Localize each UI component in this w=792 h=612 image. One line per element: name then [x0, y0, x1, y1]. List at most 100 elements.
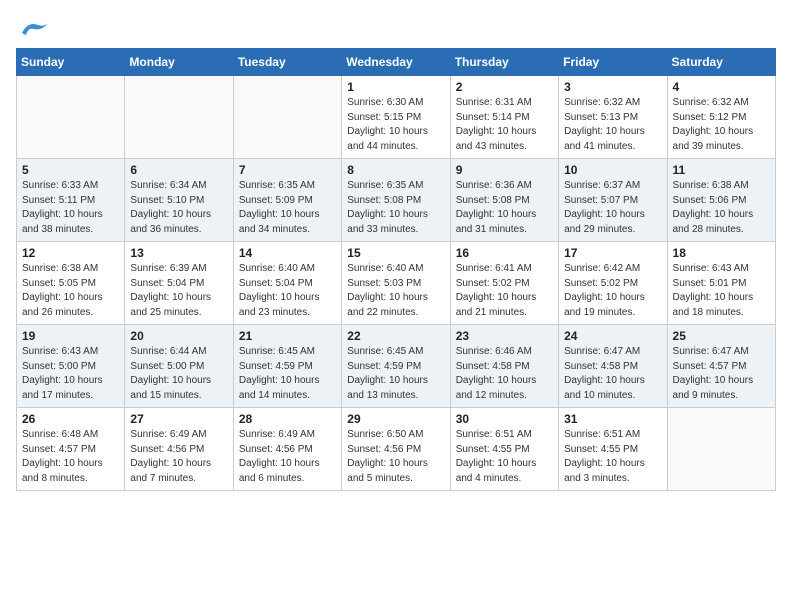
calendar-week-row: 19 Sunrise: 6:43 AMSunset: 5:00 PMDayligh… — [17, 325, 776, 408]
calendar-header-monday: Monday — [125, 49, 233, 76]
calendar-cell — [667, 408, 775, 491]
day-number: 29 — [347, 412, 444, 426]
day-number: 7 — [239, 163, 336, 177]
day-number: 18 — [673, 246, 770, 260]
day-info: Sunrise: 6:39 AMSunset: 5:04 PMDaylight:… — [130, 262, 227, 320]
day-info: Sunrise: 6:35 AMSunset: 5:08 PMDaylight:… — [347, 179, 444, 237]
calendar-cell: 14 Sunrise: 6:40 AMSunset: 5:04 PMDayligh… — [233, 242, 341, 325]
day-number: 13 — [130, 246, 227, 260]
calendar-cell: 18 Sunrise: 6:43 AMSunset: 5:01 PMDayligh… — [667, 242, 775, 325]
day-info: Sunrise: 6:47 AMSunset: 4:57 PMDaylight:… — [673, 345, 770, 403]
calendar-cell — [125, 76, 233, 159]
day-number: 25 — [673, 329, 770, 343]
day-number: 4 — [673, 80, 770, 94]
calendar-cell: 25 Sunrise: 6:47 AMSunset: 4:57 PMDayligh… — [667, 325, 775, 408]
day-number: 19 — [22, 329, 119, 343]
day-info: Sunrise: 6:32 AMSunset: 5:12 PMDaylight:… — [673, 96, 770, 154]
calendar-cell: 13 Sunrise: 6:39 AMSunset: 5:04 PMDayligh… — [125, 242, 233, 325]
day-info: Sunrise: 6:41 AMSunset: 5:02 PMDaylight:… — [456, 262, 553, 320]
calendar-cell: 12 Sunrise: 6:38 AMSunset: 5:05 PMDayligh… — [17, 242, 125, 325]
calendar-cell: 26Sunrise: 6:48 AMSunset: 4:57 PMDayligh… — [17, 408, 125, 491]
logo-bird-icon — [18, 19, 50, 39]
calendar-cell: 5 Sunrise: 6:33 AMSunset: 5:11 PMDaylight… — [17, 159, 125, 242]
calendar-cell — [17, 76, 125, 159]
calendar-cell: 8 Sunrise: 6:35 AMSunset: 5:08 PMDaylight… — [342, 159, 450, 242]
day-number: 20 — [130, 329, 227, 343]
day-info: Sunrise: 6:49 AMSunset: 4:56 PMDaylight:… — [130, 428, 227, 486]
day-info: Sunrise: 6:35 AMSunset: 5:09 PMDaylight:… — [239, 179, 336, 237]
day-info: Sunrise: 6:32 AMSunset: 5:13 PMDaylight:… — [564, 96, 661, 154]
day-info: Sunrise: 6:34 AMSunset: 5:10 PMDaylight:… — [130, 179, 227, 237]
day-info: Sunrise: 6:43 AMSunset: 5:01 PMDaylight:… — [673, 262, 770, 320]
calendar-cell: 30 Sunrise: 6:51 AMSunset: 4:55 PMDayligh… — [450, 408, 558, 491]
calendar-table: SundayMondayTuesdayWednesdayThursdayFrid… — [16, 48, 776, 491]
calendar-cell: 1 Sunrise: 6:30 AMSunset: 5:15 PMDaylight… — [342, 76, 450, 159]
calendar-cell: 17Sunrise: 6:42 AMSunset: 5:02 PMDayligh… — [559, 242, 667, 325]
day-info: Sunrise: 6:51 AMSunset: 4:55 PMDaylight:… — [456, 428, 553, 486]
day-number: 1 — [347, 80, 444, 94]
day-number: 8 — [347, 163, 444, 177]
calendar-cell: 9 Sunrise: 6:36 AMSunset: 5:08 PMDaylight… — [450, 159, 558, 242]
day-number: 3 — [564, 80, 661, 94]
calendar-week-row: 12 Sunrise: 6:38 AMSunset: 5:05 PMDayligh… — [17, 242, 776, 325]
day-number: 31 — [564, 412, 661, 426]
day-info: Sunrise: 6:45 AMSunset: 4:59 PMDaylight:… — [239, 345, 336, 403]
day-info: Sunrise: 6:36 AMSunset: 5:08 PMDaylight:… — [456, 179, 553, 237]
day-number: 16 — [456, 246, 553, 260]
day-number: 14 — [239, 246, 336, 260]
day-info: Sunrise: 6:45 AMSunset: 4:59 PMDaylight:… — [347, 345, 444, 403]
day-info: Sunrise: 6:38 AMSunset: 5:05 PMDaylight:… — [22, 262, 119, 320]
day-number: 12 — [22, 246, 119, 260]
calendar-cell: 22 Sunrise: 6:45 AMSunset: 4:59 PMDayligh… — [342, 325, 450, 408]
day-info: Sunrise: 6:46 AMSunset: 4:58 PMDaylight:… — [456, 345, 553, 403]
calendar-cell: 23 Sunrise: 6:46 AMSunset: 4:58 PMDayligh… — [450, 325, 558, 408]
day-number: 17 — [564, 246, 661, 260]
day-number: 9 — [456, 163, 553, 177]
calendar-header-row: SundayMondayTuesdayWednesdayThursdayFrid… — [17, 49, 776, 76]
day-number: 2 — [456, 80, 553, 94]
day-number: 23 — [456, 329, 553, 343]
calendar-cell: 7 Sunrise: 6:35 AMSunset: 5:09 PMDaylight… — [233, 159, 341, 242]
day-info: Sunrise: 6:51 AMSunset: 4:55 PMDaylight:… — [564, 428, 661, 486]
day-info: Sunrise: 6:43 AMSunset: 5:00 PMDaylight:… — [22, 345, 119, 403]
day-number: 30 — [456, 412, 553, 426]
calendar-cell: 29 Sunrise: 6:50 AMSunset: 4:56 PMDayligh… — [342, 408, 450, 491]
day-number: 5 — [22, 163, 119, 177]
day-info: Sunrise: 6:30 AMSunset: 5:15 PMDaylight:… — [347, 96, 444, 154]
page-header — [16, 16, 776, 36]
calendar-cell: 16 Sunrise: 6:41 AMSunset: 5:02 PMDayligh… — [450, 242, 558, 325]
day-info: Sunrise: 6:31 AMSunset: 5:14 PMDaylight:… — [456, 96, 553, 154]
day-number: 21 — [239, 329, 336, 343]
calendar-header-sunday: Sunday — [17, 49, 125, 76]
day-number: 11 — [673, 163, 770, 177]
calendar-week-row: 1 Sunrise: 6:30 AMSunset: 5:15 PMDaylight… — [17, 76, 776, 159]
day-info: Sunrise: 6:33 AMSunset: 5:11 PMDaylight:… — [22, 179, 119, 237]
day-number: 22 — [347, 329, 444, 343]
day-info: Sunrise: 6:44 AMSunset: 5:00 PMDaylight:… — [130, 345, 227, 403]
calendar-cell: 20 Sunrise: 6:44 AMSunset: 5:00 PMDayligh… — [125, 325, 233, 408]
calendar-cell: 6 Sunrise: 6:34 AMSunset: 5:10 PMDaylight… — [125, 159, 233, 242]
calendar-header-thursday: Thursday — [450, 49, 558, 76]
day-info: Sunrise: 6:47 AMSunset: 4:58 PMDaylight:… — [564, 345, 661, 403]
day-number: 24 — [564, 329, 661, 343]
day-info: Sunrise: 6:50 AMSunset: 4:56 PMDaylight:… — [347, 428, 444, 486]
calendar-cell: 19 Sunrise: 6:43 AMSunset: 5:00 PMDayligh… — [17, 325, 125, 408]
day-number: 15 — [347, 246, 444, 260]
calendar-week-row: 26Sunrise: 6:48 AMSunset: 4:57 PMDayligh… — [17, 408, 776, 491]
day-number: 28 — [239, 412, 336, 426]
calendar-header-friday: Friday — [559, 49, 667, 76]
calendar-cell: 31 Sunrise: 6:51 AMSunset: 4:55 PMDayligh… — [559, 408, 667, 491]
day-number: 6 — [130, 163, 227, 177]
calendar-cell: 21 Sunrise: 6:45 AMSunset: 4:59 PMDayligh… — [233, 325, 341, 408]
calendar-header-saturday: Saturday — [667, 49, 775, 76]
calendar-header-wednesday: Wednesday — [342, 49, 450, 76]
calendar-header-tuesday: Tuesday — [233, 49, 341, 76]
logo — [16, 16, 50, 36]
day-info: Sunrise: 6:40 AMSunset: 5:04 PMDaylight:… — [239, 262, 336, 320]
calendar-cell: 4 Sunrise: 6:32 AMSunset: 5:12 PMDaylight… — [667, 76, 775, 159]
day-number: 27 — [130, 412, 227, 426]
day-info: Sunrise: 6:40 AMSunset: 5:03 PMDaylight:… — [347, 262, 444, 320]
calendar-cell: 2 Sunrise: 6:31 AMSunset: 5:14 PMDaylight… — [450, 76, 558, 159]
day-info: Sunrise: 6:37 AMSunset: 5:07 PMDaylight:… — [564, 179, 661, 237]
calendar-cell: 24 Sunrise: 6:47 AMSunset: 4:58 PMDayligh… — [559, 325, 667, 408]
